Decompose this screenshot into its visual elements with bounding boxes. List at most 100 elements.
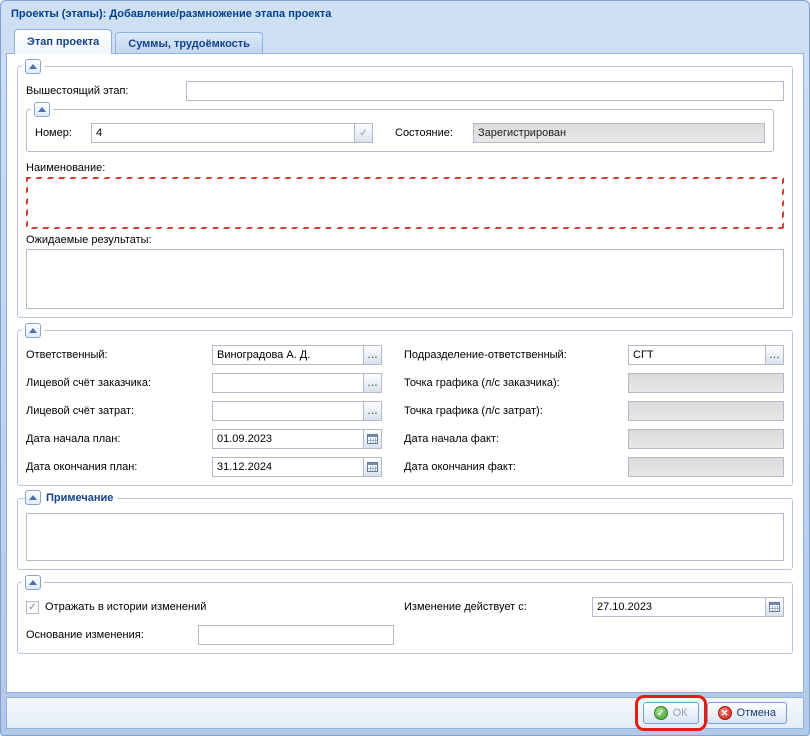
responsible-field: … bbox=[212, 345, 382, 365]
history-checkbox-group: ✓ Отражать в истории изменений bbox=[26, 601, 404, 614]
cost-account-browse-trigger[interactable]: … bbox=[364, 401, 382, 421]
fieldset-details: Ответственный: … Подразделение-ответстве… bbox=[17, 330, 793, 486]
tab-bar: Этап проекта Суммы, трудоёмкость bbox=[6, 26, 804, 54]
tab-stage-label: Этап проекта bbox=[27, 36, 99, 48]
arrow-up-icon bbox=[29, 64, 37, 69]
state-readonly-field bbox=[473, 123, 765, 143]
history-checkbox[interactable]: ✓ bbox=[26, 601, 39, 614]
calendar-icon bbox=[769, 602, 780, 612]
arrow-up-icon bbox=[38, 107, 46, 112]
tab-stage[interactable]: Этап проекта bbox=[14, 29, 112, 54]
responsible-browse-trigger[interactable]: … bbox=[364, 345, 382, 365]
start-plan-field bbox=[212, 429, 382, 449]
window-body: Этап проекта Суммы, трудоёмкость Вышесто… bbox=[6, 26, 804, 729]
collapse-icon[interactable] bbox=[25, 59, 41, 74]
cost-schedule-point-readonly bbox=[628, 401, 784, 421]
expected-results-textarea[interactable] bbox=[26, 249, 784, 309]
end-plan-field bbox=[212, 457, 382, 477]
department-field: … bbox=[628, 345, 784, 365]
start-plan-calendar-trigger[interactable] bbox=[364, 429, 382, 449]
arrow-up-icon bbox=[29, 580, 37, 585]
collapse-icon[interactable] bbox=[34, 102, 50, 117]
customer-schedule-point-field bbox=[628, 373, 784, 393]
number-input[interactable] bbox=[91, 123, 355, 143]
arrow-up-icon bbox=[29, 495, 37, 500]
state-label: Состояние: bbox=[395, 127, 473, 139]
fieldset-number-state: Номер: ✓ Состояние: bbox=[26, 109, 774, 152]
tab-sums-label: Суммы, трудоёмкость bbox=[128, 38, 250, 50]
end-fact-field bbox=[628, 457, 784, 477]
change-reason-label: Основание изменения: bbox=[26, 629, 198, 641]
ok-check-icon: ✓ bbox=[654, 706, 668, 720]
customer-account-row: Лицевой счёт заказчика: … Точка графика … bbox=[26, 373, 784, 393]
button-bar: ✓ ОК ✕ Отмена bbox=[6, 697, 804, 729]
name-textarea[interactable] bbox=[26, 177, 784, 229]
start-plan-label: Дата начала план: bbox=[26, 433, 212, 445]
end-fact-readonly bbox=[628, 457, 784, 477]
responsible-input[interactable] bbox=[212, 345, 364, 365]
form-panel: Вышестоящий этап: Номер: ✓ Состояние: bbox=[6, 53, 804, 693]
arrow-up-icon bbox=[29, 328, 37, 333]
number-check-trigger[interactable]: ✓ bbox=[355, 123, 373, 143]
change-date-label: Изменение действует с: bbox=[404, 601, 592, 613]
check-icon: ✓ bbox=[28, 602, 36, 613]
number-state-row: Номер: ✓ Состояние: bbox=[35, 123, 765, 143]
end-plan-calendar-trigger[interactable] bbox=[364, 457, 382, 477]
note-legend: Примечание bbox=[25, 490, 118, 505]
ok-button[interactable]: ✓ ОК bbox=[643, 702, 699, 724]
cancel-button-label: Отмена bbox=[737, 707, 776, 719]
cancel-x-icon: ✕ bbox=[718, 706, 732, 720]
parent-stage-label: Вышестоящий этап: bbox=[26, 85, 186, 97]
parent-stage-row: Вышестоящий этап: bbox=[26, 81, 784, 101]
parent-stage-field bbox=[186, 81, 784, 101]
fieldset-note: Примечание bbox=[17, 498, 793, 570]
calendar-icon bbox=[367, 434, 378, 444]
start-fact-label: Дата начала факт: bbox=[404, 433, 628, 445]
department-browse-trigger[interactable]: … bbox=[766, 345, 784, 365]
responsible-row: Ответственный: … Подразделение-ответстве… bbox=[26, 345, 784, 365]
name-label: Наименование: bbox=[26, 162, 784, 174]
check-icon: ✓ bbox=[359, 128, 367, 139]
number-field: ✓ bbox=[91, 123, 373, 143]
ok-button-label: ОК bbox=[673, 707, 688, 719]
change-date-input[interactable] bbox=[592, 597, 766, 617]
cost-schedule-point-label: Точка графика (л/с затрат): bbox=[404, 405, 628, 417]
change-date-calendar-trigger[interactable] bbox=[766, 597, 784, 617]
change-date-field bbox=[592, 597, 784, 617]
responsible-label: Ответственный: bbox=[26, 349, 212, 361]
cost-account-label: Лицевой счёт затрат: bbox=[26, 405, 212, 417]
parent-stage-input[interactable] bbox=[186, 81, 784, 101]
cost-account-field: … bbox=[212, 401, 382, 421]
history-checkbox-label: Отражать в истории изменений bbox=[45, 601, 206, 613]
expected-results-label: Ожидаемые результаты: bbox=[26, 234, 784, 246]
note-legend-text: Примечание bbox=[46, 492, 113, 504]
dialog-window: Проекты (этапы): Добавление/размножение … bbox=[0, 0, 810, 736]
end-plan-input[interactable] bbox=[212, 457, 364, 477]
start-fact-readonly bbox=[628, 429, 784, 449]
collapse-icon[interactable] bbox=[25, 575, 41, 590]
tab-sums[interactable]: Суммы, трудоёмкость bbox=[115, 32, 263, 54]
cancel-button[interactable]: ✕ Отмена bbox=[707, 702, 787, 724]
cost-account-input[interactable] bbox=[212, 401, 364, 421]
cost-schedule-point-field bbox=[628, 401, 784, 421]
start-fact-field bbox=[628, 429, 784, 449]
department-input[interactable] bbox=[628, 345, 766, 365]
calendar-icon bbox=[367, 462, 378, 472]
note-textarea[interactable] bbox=[26, 513, 784, 561]
collapse-icon[interactable] bbox=[25, 323, 41, 338]
change-reason-row: Основание изменения: bbox=[26, 625, 784, 645]
start-plan-input[interactable] bbox=[212, 429, 364, 449]
end-fact-label: Дата окончания факт: bbox=[404, 461, 628, 473]
start-date-row: Дата начала план: Дата начала факт: bbox=[26, 429, 784, 449]
department-label: Подразделение-ответственный: bbox=[404, 349, 628, 361]
customer-account-browse-trigger[interactable]: … bbox=[364, 373, 382, 393]
change-reason-input[interactable] bbox=[198, 625, 394, 645]
fieldset-change: ✓ Отражать в истории изменений Изменение… bbox=[17, 582, 793, 654]
title-bar: Проекты (этапы): Добавление/размножение … bbox=[1, 1, 809, 26]
end-date-row: Дата окончания план: Дата окончания факт… bbox=[26, 457, 784, 477]
cost-account-row: Лицевой счёт затрат: … Точка графика (л/… bbox=[26, 401, 784, 421]
customer-account-label: Лицевой счёт заказчика: bbox=[26, 377, 212, 389]
collapse-icon[interactable] bbox=[25, 490, 41, 505]
customer-account-input[interactable] bbox=[212, 373, 364, 393]
history-row: ✓ Отражать в истории изменений Изменение… bbox=[26, 597, 784, 617]
